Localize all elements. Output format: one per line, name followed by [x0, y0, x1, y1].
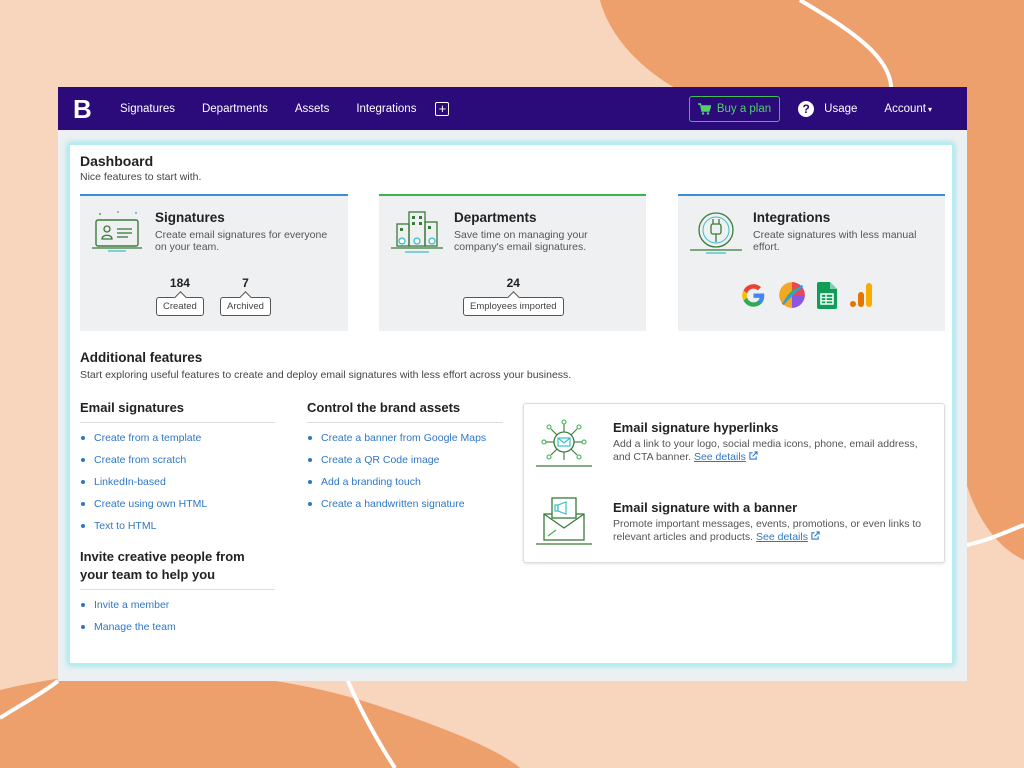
dashboard-subtitle: Nice features to start with.	[80, 171, 202, 183]
invite-title: Invite creative people from your team to…	[80, 548, 275, 590]
additional-features-subtitle: Start exploring useful features to creat…	[80, 369, 572, 381]
list-item[interactable]: Create a QR Code image	[307, 454, 503, 466]
departments-card-desc: Save time on managing your company's ema…	[454, 229, 588, 253]
created-stat[interactable]: 184 Created	[156, 276, 204, 316]
additional-features-title: Additional features	[80, 350, 203, 365]
invite-title-line1: Invite creative people from	[80, 549, 245, 564]
caret-down-icon: ▾	[927, 104, 932, 114]
list-item[interactable]: Invite a member	[80, 599, 275, 611]
list-item[interactable]: Text to HTML	[80, 520, 275, 532]
invite-section: Invite creative people from your team to…	[80, 548, 275, 643]
archived-badge: Archived	[220, 297, 271, 316]
dashboard-title: Dashboard	[80, 153, 154, 169]
freshworks-icon[interactable]	[778, 281, 806, 309]
email-signatures-list: Create from a template Create from scrat…	[80, 432, 275, 532]
buy-plan-button[interactable]: Buy a plan	[688, 95, 781, 122]
nav-right-group: Buy a plan ? Usage Account ▾	[688, 87, 967, 130]
cart-icon	[697, 102, 711, 115]
integrations-card-desc: Create signatures with less manual effor…	[753, 229, 917, 253]
integration-logos	[740, 281, 874, 309]
external-link-icon	[749, 451, 758, 460]
brand-assets-title: Control the brand assets	[307, 399, 503, 423]
employees-badge: Employees imported	[463, 297, 564, 316]
created-badge: Created	[156, 297, 204, 316]
email-signatures-section: Email signatures Create from a template …	[80, 399, 275, 542]
banner-see-details-link[interactable]: See details	[756, 531, 808, 543]
list-item[interactable]: Create a handwritten signature	[307, 498, 503, 510]
brand-assets-list: Create a banner from Google Maps Create …	[307, 432, 503, 510]
list-item[interactable]: Create from a template	[80, 432, 275, 444]
email-signatures-title: Email signatures	[80, 399, 275, 423]
account-label: Account	[884, 102, 926, 115]
departments-card-title: Departments	[454, 210, 537, 225]
external-link-icon	[811, 531, 820, 540]
signatures-card[interactable]: Signatures Create email signatures for e…	[80, 194, 348, 331]
banner-title: Email signature with a banner	[613, 500, 798, 515]
google-icon[interactable]	[740, 282, 767, 309]
hyperlinks-icon	[536, 419, 592, 467]
archived-stat[interactable]: 7 Archived	[220, 276, 271, 316]
hyperlinks-desc: Add a link to your logo, social media ic…	[613, 438, 938, 464]
list-item[interactable]: Create using own HTML	[80, 498, 275, 510]
dashboard-panel: Dashboard Nice features to start with. S…	[68, 143, 954, 665]
banner-envelope-icon	[536, 497, 592, 545]
feature-highlights-box: Email signature hyperlinks Add a link to…	[523, 403, 945, 563]
app-window: B Signatures Departments Assets Integrat…	[58, 87, 967, 681]
buy-plan-label: Buy a plan	[716, 102, 772, 115]
list-item[interactable]: Create a banner from Google Maps	[307, 432, 503, 444]
top-navbar: B Signatures Departments Assets Integrat…	[58, 87, 967, 130]
nav-signatures[interactable]: Signatures	[120, 103, 175, 115]
list-item[interactable]: Manage the team	[80, 621, 275, 633]
employees-count: 24	[506, 276, 520, 290]
archived-count: 7	[242, 276, 249, 290]
nav-integrations[interactable]: Integrations	[356, 103, 416, 115]
signatures-card-title: Signatures	[155, 210, 225, 225]
banner-desc: Promote important messages, events, prom…	[613, 518, 938, 544]
employees-stat[interactable]: 24 Employees imported	[463, 276, 564, 316]
add-plus-icon[interactable]: +	[435, 101, 450, 116]
hyperlinks-title: Email signature hyperlinks	[613, 420, 779, 435]
nav-account[interactable]: Account ▾	[884, 103, 932, 115]
hyperlinks-desc-text: Add a link to your logo, social media ic…	[613, 438, 918, 463]
help-icon[interactable]: ?	[798, 100, 815, 117]
nav-usage[interactable]: Usage	[824, 103, 857, 115]
integrations-card-title: Integrations	[753, 210, 831, 225]
invite-title-line2: your team to help you	[80, 567, 216, 582]
list-item[interactable]: Create from scratch	[80, 454, 275, 466]
brand-logo[interactable]: B	[73, 96, 95, 122]
hyperlinks-see-details-link[interactable]: See details	[694, 451, 746, 463]
signatures-card-desc: Create email signatures for everyone on …	[155, 229, 328, 253]
nav-assets[interactable]: Assets	[295, 103, 330, 115]
google-sheets-icon[interactable]	[817, 281, 837, 309]
departments-card[interactable]: Departments Save time on managing your c…	[379, 194, 646, 331]
nav-departments[interactable]: Departments	[202, 103, 268, 115]
signature-card-icon	[92, 211, 142, 252]
buildings-icon	[391, 211, 443, 253]
created-count: 184	[169, 276, 190, 290]
invite-list: Invite a member Manage the team	[80, 599, 275, 633]
brand-assets-section: Control the brand assets Create a banner…	[307, 399, 503, 520]
google-analytics-icon[interactable]	[848, 282, 874, 308]
integrations-card[interactable]: Integrations Create signatures with less…	[678, 194, 945, 331]
list-item[interactable]: Add a branding touch	[307, 476, 503, 488]
list-item[interactable]: LinkedIn-based	[80, 476, 275, 488]
plug-icon	[690, 212, 742, 254]
